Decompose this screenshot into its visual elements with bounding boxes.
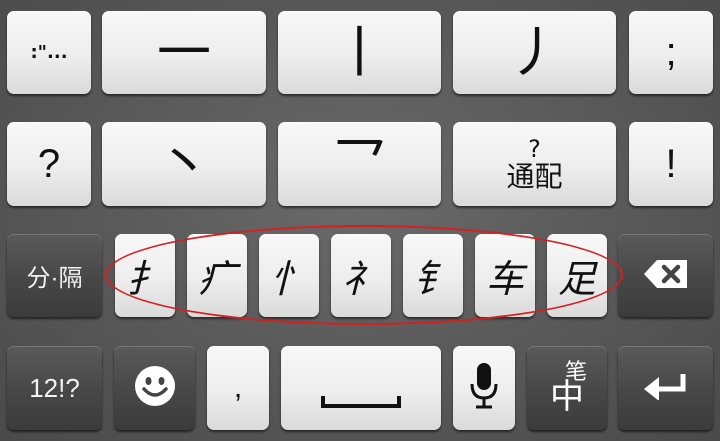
backspace-key[interactable] xyxy=(618,234,713,317)
stroke-heng-label: 一 xyxy=(157,20,211,84)
radical-key[interactable]: 礻 xyxy=(331,234,391,317)
stroke-dian-label: 丶 xyxy=(157,132,211,195)
semicolon-key[interactable]: ; xyxy=(629,11,713,94)
stroke-pie-label: 丿 xyxy=(507,20,562,84)
emoji-key[interactable] xyxy=(114,346,195,430)
radical-key[interactable]: 疒 xyxy=(187,234,247,317)
microphone-key[interactable] xyxy=(453,346,515,430)
punctuation-key[interactable]: :"... xyxy=(7,11,91,94)
radical-label: 扌 xyxy=(125,257,164,301)
question-key[interactable]: ? xyxy=(7,122,91,206)
radical-label: 钅 xyxy=(413,257,452,301)
semicolon-label: ; xyxy=(665,30,677,74)
radical-key[interactable]: 扌 xyxy=(115,234,175,317)
separator-key[interactable]: 分·隔 xyxy=(7,234,102,317)
wildcard-symbol: ? xyxy=(528,134,541,163)
wildcard-label: 通配 xyxy=(506,159,563,193)
input-method-key[interactable]: 笔 中 xyxy=(527,346,607,430)
radical-label: 车 xyxy=(485,257,524,301)
exclaim-label: ! xyxy=(665,141,677,186)
comma-label: , xyxy=(233,371,243,404)
radical-key[interactable]: 车 xyxy=(475,234,535,317)
stroke-dian-key[interactable]: 丶 xyxy=(102,122,266,206)
radical-label: 足 xyxy=(557,257,596,301)
punctuation-label: :"... xyxy=(30,42,68,63)
comma-key[interactable]: , xyxy=(207,346,269,430)
microphone-icon xyxy=(469,362,499,414)
enter-arrow-icon xyxy=(643,372,689,404)
wildcard-key[interactable]: ? 通配 xyxy=(453,122,616,206)
stroke-zhe-label: 乛 xyxy=(332,132,387,195)
backspace-icon xyxy=(643,259,689,293)
stroke-shu-label: 丨 xyxy=(332,20,387,84)
enter-key[interactable] xyxy=(618,346,713,430)
exclaim-key[interactable]: ! xyxy=(629,122,713,206)
space-bar-icon xyxy=(321,396,401,408)
question-label: ? xyxy=(37,141,61,186)
number-switch-key[interactable]: 12!? xyxy=(7,346,102,430)
radical-label: 礻 xyxy=(341,257,380,301)
radical-label: 疒 xyxy=(197,257,236,301)
radical-label: 忄 xyxy=(269,257,308,301)
separator-label: 分·隔 xyxy=(26,265,83,292)
number-switch-label: 12!? xyxy=(29,372,80,403)
radical-key[interactable]: 忄 xyxy=(259,234,319,317)
stroke-pie-key[interactable]: 丿 xyxy=(453,11,616,94)
stroke-zhe-key[interactable]: 乛 xyxy=(278,122,441,206)
space-key[interactable] xyxy=(281,346,441,430)
radical-key[interactable]: 足 xyxy=(547,234,607,317)
radical-key[interactable]: 钅 xyxy=(403,234,463,317)
stroke-shu-key[interactable]: 丨 xyxy=(278,11,441,94)
smiley-icon xyxy=(134,365,176,411)
stroke-heng-key[interactable]: 一 xyxy=(102,11,266,94)
chinese-mode-label: 中 xyxy=(550,377,584,417)
